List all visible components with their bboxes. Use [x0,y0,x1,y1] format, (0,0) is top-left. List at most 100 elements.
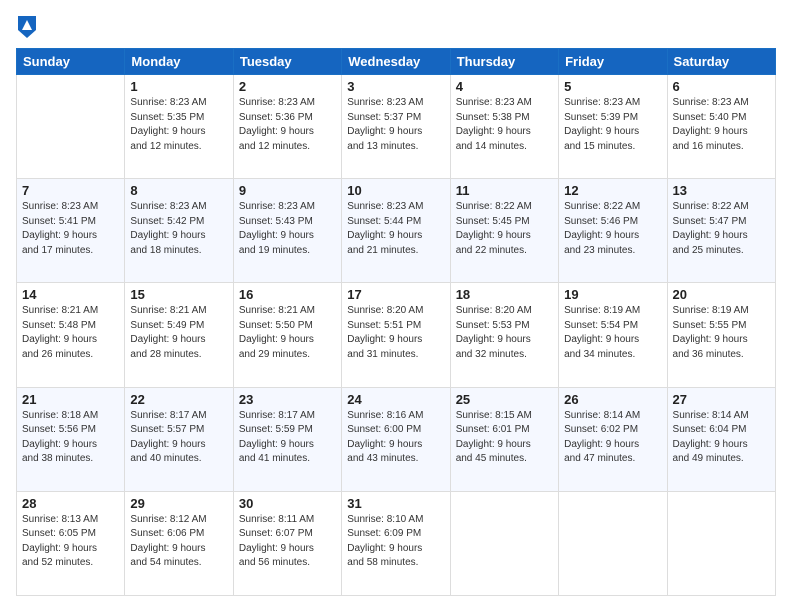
page: SundayMondayTuesdayWednesdayThursdayFrid… [0,0,792,612]
day-cell: 1 Sunrise: 8:23 AM Sunset: 5:35 PM Daylig… [125,75,233,179]
day-info: Sunrise: 8:13 AM Sunset: 6:05 PM Dayligh… [22,513,119,571]
day-info: Sunrise: 8:21 AM Sunset: 5:49 PM Dayligh… [130,304,227,362]
day-info: Sunrise: 8:20 AM Sunset: 5:51 PM Dayligh… [347,304,444,362]
week-row-3: 21 Sunrise: 8:18 AM Sunset: 5:56 PM Dayli… [17,387,776,491]
week-row-1: 7 Sunrise: 8:23 AM Sunset: 5:41 PM Daylig… [17,179,776,283]
day-info: Sunrise: 8:18 AM Sunset: 5:56 PM Dayligh… [22,409,119,467]
day-cell: 14 Sunrise: 8:21 AM Sunset: 5:48 PM Dayli… [17,283,125,387]
day-cell: 28 Sunrise: 8:13 AM Sunset: 6:05 PM Dayli… [17,491,125,595]
day-cell: 25 Sunrise: 8:15 AM Sunset: 6:01 PM Dayli… [450,387,558,491]
day-info: Sunrise: 8:16 AM Sunset: 6:00 PM Dayligh… [347,409,444,467]
day-number: 16 [239,287,336,302]
weekday-header-row: SundayMondayTuesdayWednesdayThursdayFrid… [17,49,776,75]
day-info: Sunrise: 8:22 AM Sunset: 5:45 PM Dayligh… [456,200,553,258]
day-number: 4 [456,79,553,94]
day-cell: 21 Sunrise: 8:18 AM Sunset: 5:56 PM Dayli… [17,387,125,491]
day-number: 27 [673,392,770,407]
day-number: 21 [22,392,119,407]
day-info: Sunrise: 8:20 AM Sunset: 5:53 PM Dayligh… [456,304,553,362]
day-number: 26 [564,392,661,407]
day-number: 23 [239,392,336,407]
day-cell: 16Sunrise: 8:21 AM Sunset: 5:50 PM Dayli… [233,283,341,387]
weekday-header-wednesday: Wednesday [342,49,450,75]
day-number: 12 [564,183,661,198]
day-number: 17 [347,287,444,302]
day-info: Sunrise: 8:23 AM Sunset: 5:42 PM Dayligh… [130,200,227,258]
day-number: 1 [130,79,227,94]
day-info: Sunrise: 8:23 AM Sunset: 5:40 PM Dayligh… [673,96,770,154]
day-info: Sunrise: 8:23 AM Sunset: 5:35 PM Dayligh… [130,96,227,154]
day-cell: 15 Sunrise: 8:21 AM Sunset: 5:49 PM Dayli… [125,283,233,387]
day-number: 2 [239,79,336,94]
day-cell: 20 Sunrise: 8:19 AM Sunset: 5:55 PM Dayli… [667,283,775,387]
day-number: 22 [130,392,227,407]
day-cell: 9Sunrise: 8:23 AM Sunset: 5:43 PM Daylig… [233,179,341,283]
day-number: 13 [673,183,770,198]
day-cell: 17 Sunrise: 8:20 AM Sunset: 5:51 PM Dayli… [342,283,450,387]
day-cell: 7 Sunrise: 8:23 AM Sunset: 5:41 PM Daylig… [17,179,125,283]
day-number: 9 [239,183,336,198]
day-number: 14 [22,287,119,302]
day-cell: 30 Sunrise: 8:11 AM Sunset: 6:07 PM Dayli… [233,491,341,595]
day-number: 5 [564,79,661,94]
day-info: Sunrise: 8:22 AM Sunset: 5:47 PM Dayligh… [673,200,770,258]
day-cell: 10 Sunrise: 8:23 AM Sunset: 5:44 PM Dayli… [342,179,450,283]
day-cell: 31Sunrise: 8:10 AM Sunset: 6:09 PM Dayli… [342,491,450,595]
weekday-header-monday: Monday [125,49,233,75]
day-cell: 29 Sunrise: 8:12 AM Sunset: 6:06 PM Dayli… [125,491,233,595]
day-number: 8 [130,183,227,198]
day-cell: 26 Sunrise: 8:14 AM Sunset: 6:02 PM Dayli… [559,387,667,491]
day-cell: 27Sunrise: 8:14 AM Sunset: 6:04 PM Dayli… [667,387,775,491]
day-info: Sunrise: 8:23 AM Sunset: 5:44 PM Dayligh… [347,200,444,258]
day-number: 11 [456,183,553,198]
day-number: 25 [456,392,553,407]
day-cell [667,491,775,595]
day-number: 15 [130,287,227,302]
day-number: 7 [22,183,119,198]
day-cell: 22 Sunrise: 8:17 AM Sunset: 5:57 PM Dayli… [125,387,233,491]
day-info: Sunrise: 8:12 AM Sunset: 6:06 PM Dayligh… [130,513,227,571]
day-info: Sunrise: 8:19 AM Sunset: 5:54 PM Dayligh… [564,304,661,362]
day-cell: 5 Sunrise: 8:23 AM Sunset: 5:39 PM Daylig… [559,75,667,179]
day-info: Sunrise: 8:17 AM Sunset: 5:57 PM Dayligh… [130,409,227,467]
weekday-header-thursday: Thursday [450,49,558,75]
day-cell [559,491,667,595]
day-cell: 11 Sunrise: 8:22 AM Sunset: 5:45 PM Dayli… [450,179,558,283]
day-info: Sunrise: 8:23 AM Sunset: 5:38 PM Dayligh… [456,96,553,154]
day-info: Sunrise: 8:11 AM Sunset: 6:07 PM Dayligh… [239,513,336,571]
day-info: Sunrise: 8:14 AM Sunset: 6:02 PM Dayligh… [564,409,661,467]
day-cell: 24 Sunrise: 8:16 AM Sunset: 6:00 PM Dayli… [342,387,450,491]
day-cell: 23 Sunrise: 8:17 AM Sunset: 5:59 PM Dayli… [233,387,341,491]
day-info: Sunrise: 8:21 AM Sunset: 5:48 PM Dayligh… [22,304,119,362]
day-cell: 2 Sunrise: 8:23 AM Sunset: 5:36 PM Daylig… [233,75,341,179]
week-row-2: 14 Sunrise: 8:21 AM Sunset: 5:48 PM Dayli… [17,283,776,387]
day-number: 28 [22,496,119,511]
day-info: Sunrise: 8:19 AM Sunset: 5:55 PM Dayligh… [673,304,770,362]
weekday-header-friday: Friday [559,49,667,75]
day-cell: 4 Sunrise: 8:23 AM Sunset: 5:38 PM Daylig… [450,75,558,179]
day-number: 19 [564,287,661,302]
day-cell: 19 Sunrise: 8:19 AM Sunset: 5:54 PM Dayli… [559,283,667,387]
day-cell: 8 Sunrise: 8:23 AM Sunset: 5:42 PM Daylig… [125,179,233,283]
day-cell: 3Sunrise: 8:23 AM Sunset: 5:37 PM Daylig… [342,75,450,179]
week-row-4: 28 Sunrise: 8:13 AM Sunset: 6:05 PM Dayli… [17,491,776,595]
day-info: Sunrise: 8:23 AM Sunset: 5:39 PM Dayligh… [564,96,661,154]
day-cell: 18Sunrise: 8:20 AM Sunset: 5:53 PM Dayli… [450,283,558,387]
day-info: Sunrise: 8:22 AM Sunset: 5:46 PM Dayligh… [564,200,661,258]
day-info: Sunrise: 8:17 AM Sunset: 5:59 PM Dayligh… [239,409,336,467]
day-info: Sunrise: 8:15 AM Sunset: 6:01 PM Dayligh… [456,409,553,467]
day-info: Sunrise: 8:23 AM Sunset: 5:36 PM Dayligh… [239,96,336,154]
day-info: Sunrise: 8:23 AM Sunset: 5:37 PM Dayligh… [347,96,444,154]
day-number: 10 [347,183,444,198]
week-row-0: 1 Sunrise: 8:23 AM Sunset: 5:35 PM Daylig… [17,75,776,179]
day-info: Sunrise: 8:10 AM Sunset: 6:09 PM Dayligh… [347,513,444,571]
day-number: 24 [347,392,444,407]
calendar-table: SundayMondayTuesdayWednesdayThursdayFrid… [16,48,776,596]
day-number: 20 [673,287,770,302]
day-info: Sunrise: 8:23 AM Sunset: 5:41 PM Dayligh… [22,200,119,258]
day-cell [17,75,125,179]
day-cell: 12 Sunrise: 8:22 AM Sunset: 5:46 PM Dayli… [559,179,667,283]
day-number: 29 [130,496,227,511]
logo-icon [18,16,36,38]
day-number: 30 [239,496,336,511]
